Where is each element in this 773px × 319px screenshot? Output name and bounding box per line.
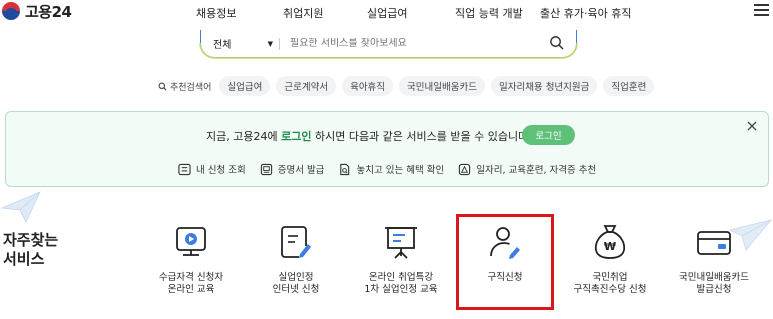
menu-icon[interactable] [754,4,769,16]
login-benefits-list: 내 신청 조회 증명서 발급 놓치고 있는 혜택 확인 일자리, 교육훈련, 자… [178,162,610,176]
search-scope-value: 전체 [213,40,232,51]
top-header: 고용24 채용정보 취업지원 실업급여 직업 능력 개발 출산 휴가·육아 휴직 [0,0,773,24]
highlight-annotation [456,214,554,310]
search-small-icon [158,82,167,91]
benefit-recommendations: 일자리, 교육훈련, 자격증 추천 [458,162,596,176]
service-online-lecture[interactable]: 온라인 취업특강 1차 실업인정 교육 [346,222,456,296]
keyword-tag[interactable]: 육아휴직 [342,76,394,96]
nav-item-employment-support[interactable]: 취업지원 [283,5,323,21]
service-learning-card[interactable]: 국민내일배움카드 발급신청 [659,222,769,296]
search-icon[interactable] [549,35,564,50]
logo-emblem-icon [2,2,20,20]
service-job-promotion-allowance[interactable]: ₩ 국민취업 구직촉진수당 신청 [555,222,665,296]
close-icon[interactable] [746,120,758,132]
card-icon [697,231,731,255]
frequent-services-title: 자주찾는 서비스 [3,231,59,268]
caret-down-icon: ▼ [267,39,273,48]
keyword-tag[interactable]: 근로계약서 [276,76,337,96]
svg-text:₩: ₩ [604,240,616,253]
search-divider [279,37,280,50]
search-input[interactable] [290,38,540,49]
login-prompt-panel: 지금, 고용24에 로그인 하시면 다음과 같은 서비스를 받을 수 있습니다.… [5,111,769,187]
video-play-icon [176,227,206,256]
login-prompt-message: 지금, 고용24에 로그인 하시면 다음과 같은 서비스를 받을 수 있습니다. [206,130,532,143]
nav-item-vocational-training[interactable]: 직업 능력 개발 [455,5,523,21]
presentation-board-icon [385,227,417,259]
search-scope-select[interactable]: 전체 ▼ [213,36,273,52]
nav-item-jobs[interactable]: 채용정보 [196,5,236,21]
list-check-icon [178,163,191,175]
keyword-tag[interactable]: 일자리채용 청년지원금 [490,76,598,96]
nav-item-parental-leave[interactable]: 출산 휴가·육아 휴직 [540,5,631,21]
benefit-my-applications: 내 신청 조회 [178,162,246,176]
logo-text: 고용24 [25,2,72,21]
document-search-icon [340,163,350,175]
service-online-education[interactable]: 수급자격 신청자 온라인 교육 [136,222,246,296]
login-button[interactable]: 로그인 [522,125,575,145]
service-unemployment-certification[interactable]: 실업인정 인터넷 신청 [241,222,351,296]
keyword-tag[interactable]: 실업급여 [219,76,271,96]
recommended-label: 추천검색어 [158,80,211,93]
login-link[interactable]: 로그인 [281,130,311,143]
nav-item-unemployment-benefit[interactable]: 실업급여 [367,5,407,21]
recommended-keywords: 추천검색어 실업급여 근로계약서 육아휴직 국민내일배움카드 일자리채용 청년지… [158,76,660,96]
recommend-icon [459,163,471,175]
keyword-tag[interactable]: 국민내일배움카드 [399,76,485,96]
document-pen-icon [281,226,311,258]
site-logo[interactable]: 고용24 [2,1,72,21]
benefit-missed-benefits: 놓치고 있는 혜택 확인 [338,162,444,176]
search-bar: 전체 ▼ [199,30,578,59]
money-bag-icon: ₩ [594,225,626,259]
keyword-tag[interactable]: 직업훈련 [603,76,655,96]
certificate-icon [260,163,272,175]
benefit-certificate: 증명서 발급 [260,162,324,176]
paper-plane-icon [0,191,41,223]
